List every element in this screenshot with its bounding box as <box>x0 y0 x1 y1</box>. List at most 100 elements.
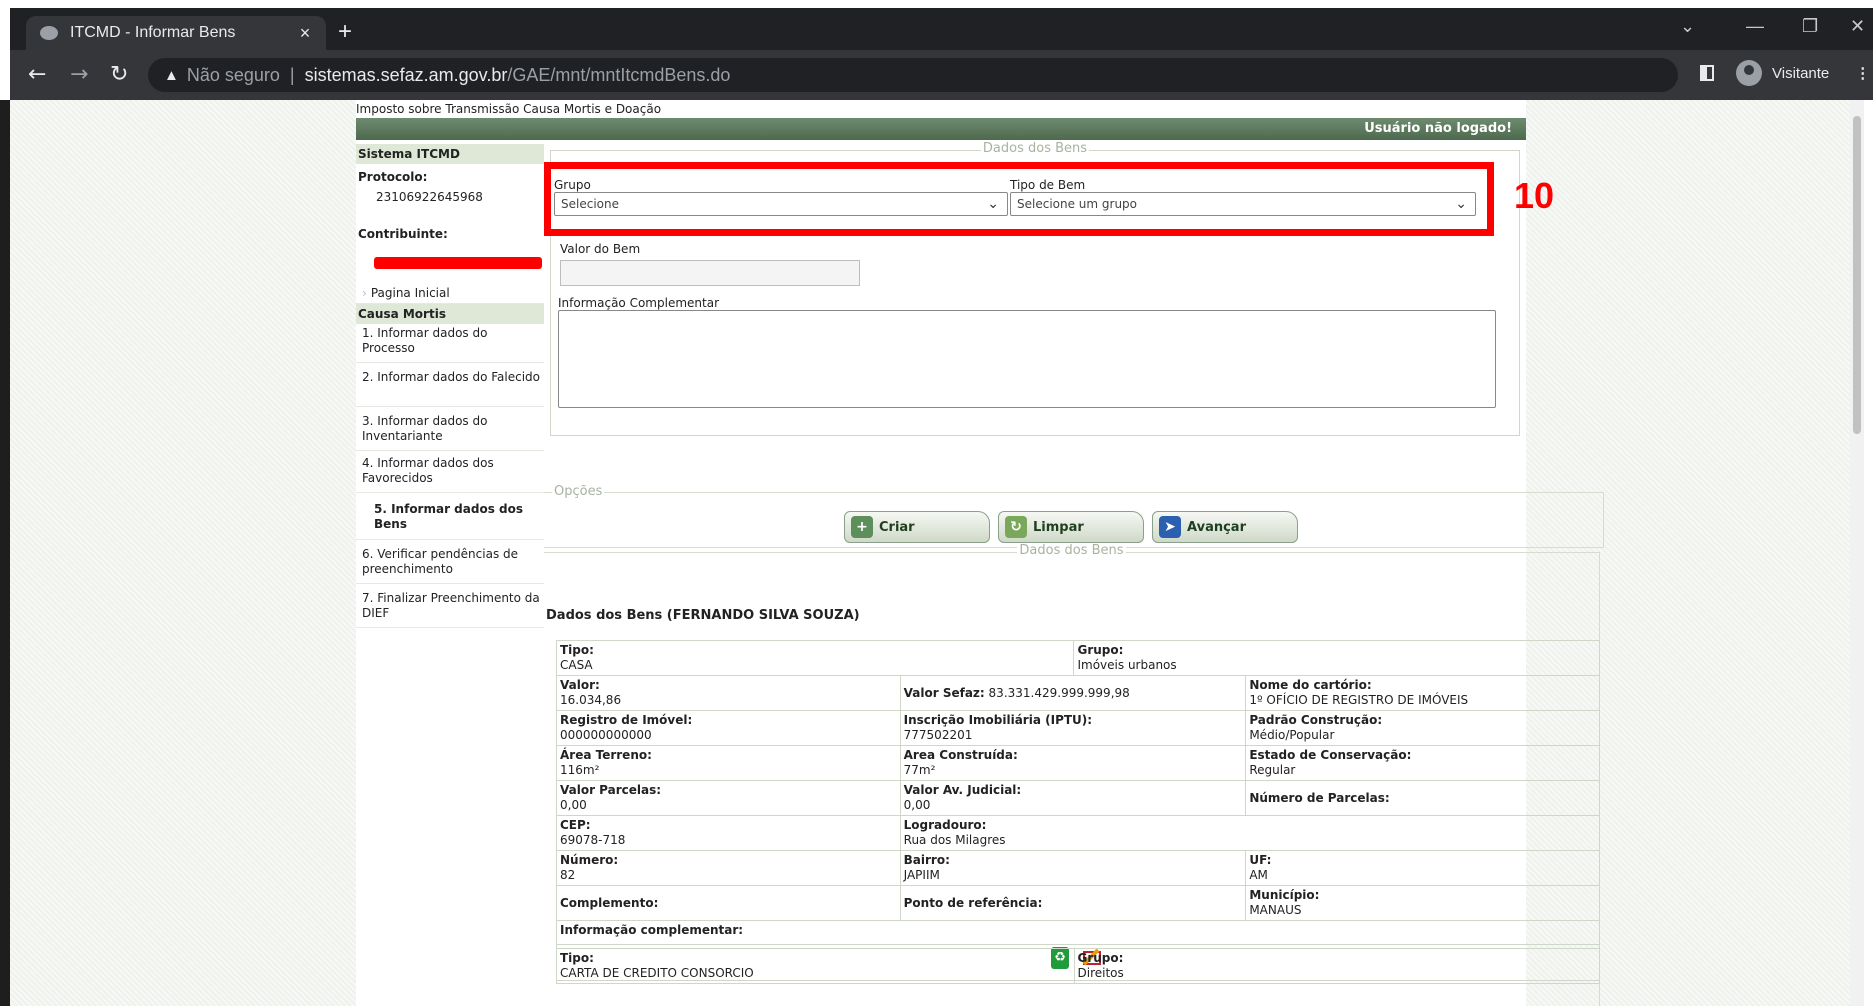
page-container: Imposto sobre Transmissão Causa Mortis e… <box>356 100 1604 1006</box>
user-status: Usuário não logado! <box>1364 121 1512 136</box>
add-document-icon: + <box>851 516 873 538</box>
form-legend: Dados dos Bens <box>980 141 1090 156</box>
protocolo-value: 23106922645968 <box>376 190 483 204</box>
sidebar-item-step-4[interactable]: 4. Informar dados dos Favorecidos <box>356 456 544 493</box>
redacted-name <box>374 257 542 269</box>
tab-strip: ITCMD - Informar Bens × + ⌄ — ❐ ✕ <box>10 8 1873 50</box>
warning-icon[interactable]: ▲ <box>164 67 179 84</box>
profile-area: Visitante ⋮ <box>1700 60 1870 86</box>
options-legend: Opções <box>552 484 605 499</box>
tab-title: ITCMD - Informar Bens <box>70 24 236 41</box>
table-cell: Estado de Conservação: Regular <box>1245 745 1600 781</box>
table-cell: Valor: 16.034,86 <box>556 675 901 711</box>
valor-bem-label: Valor do Bem <box>560 242 641 256</box>
sidebar-item-home[interactable]: › Pagina Inicial <box>356 286 544 304</box>
tab-close-icon[interactable]: × <box>294 23 316 44</box>
annotation-number: 10 <box>1514 175 1555 216</box>
valor-bem-input[interactable] <box>560 260 860 286</box>
scrollbar-thumb[interactable] <box>1853 116 1861 434</box>
arrow-right-icon: ➤ <box>1159 516 1181 538</box>
table-row: Valor: 16.034,86 Valor Sefaz: 83.331.429.… <box>556 675 1600 711</box>
limpar-label: Limpar <box>1033 519 1084 535</box>
limpar-button[interactable]: ↻ Limpar <box>998 511 1144 543</box>
table-row: Tipo: CASA Grupo: Imóveis urbanos <box>555 640 1600 676</box>
table-cell: Município: MANAUS <box>1245 885 1600 921</box>
table-row: Registro de Imóvel: 000000000000 Inscriçã… <box>556 710 1600 746</box>
new-tab-button[interactable]: + <box>338 18 352 46</box>
table-cell: Grupo: Direitos <box>1073 948 1600 984</box>
table-cell: Logradouro: Rua dos Milagres <box>899 815 1601 851</box>
criar-button[interactable]: + Criar <box>844 511 990 543</box>
site-title: Imposto sobre Transmissão Causa Mortis e… <box>356 102 662 116</box>
not-secure-label[interactable]: Não seguro <box>187 65 280 86</box>
forward-icon[interactable]: → <box>70 62 88 87</box>
table-row: Área Terreno: 116m² Area Construída: 77m² … <box>556 745 1600 781</box>
header-bar: Usuário não logado! <box>356 118 1526 140</box>
table-cell: UF: AM <box>1245 850 1600 886</box>
refresh-icon: ↻ <box>1005 516 1027 538</box>
table-cell: Nome do cartório: 1º OFÍCIO DE REGISTRO D… <box>1245 675 1600 711</box>
avancar-button[interactable]: ➤ Avançar <box>1152 511 1298 543</box>
sidebar-item-label: Pagina Inicial <box>370 286 450 300</box>
table-cell: Número de Parcelas: <box>1245 780 1600 816</box>
options-fieldset: Opções + Criar ↻ Limpar ➤ Avançar <box>544 484 1604 548</box>
bem-table-2: Tipo: CARTA DE CREDITO CONSORCIO Grupo: Di… <box>556 948 1600 984</box>
table-cell: Ponto de referência: <box>899 885 1247 921</box>
profile-label[interactable]: Visitante <box>1772 65 1829 82</box>
table-cell: Tipo: CARTA DE CREDITO CONSORCIO <box>556 948 1075 984</box>
table-cell: Valor Av. Judicial: 0,00 <box>899 780 1247 816</box>
system-title: Sistema ITCMD <box>356 144 544 164</box>
table-cell: Registro de Imóvel: 000000000000 <box>556 710 901 746</box>
reload-icon[interactable]: ↻ <box>110 62 128 87</box>
table-cell: Complemento: <box>556 885 901 921</box>
sidebar-item-step-1[interactable]: 1. Informar dados do Processo <box>356 326 544 363</box>
table-cell: Área Terreno: 116m² <box>556 745 901 781</box>
sidebar-item-step-7[interactable]: 7. Finalizar Preenchimento da DIEF <box>356 591 544 628</box>
avatar-icon[interactable] <box>1736 60 1762 86</box>
table-cell: Padrão Construção: Médio/Popular <box>1245 710 1600 746</box>
table-cell: Valor Sefaz: 83.331.429.999.999,98 <box>899 675 1247 711</box>
sidebar-item-step-5[interactable]: 5. Informar dados dos Bens <box>356 502 544 540</box>
table-row: Número: 82 Bairro: JAPIIM UF: AM <box>556 850 1600 886</box>
close-window-icon[interactable]: ✕ <box>1850 16 1865 37</box>
address-bar[interactable]: ▲ Não seguro | sistemas.sefaz.am.gov.br … <box>148 58 1678 92</box>
contribuinte-label: Contribuinte: <box>358 227 448 241</box>
info-complementar-textarea[interactable] <box>558 310 1496 408</box>
avancar-label: Avançar <box>1187 519 1246 535</box>
table-cell: Valor Parcelas: 0,00 <box>556 780 901 816</box>
scrollbar[interactable] <box>1850 100 1864 1006</box>
sidebar-item-step-2[interactable]: 2. Informar dados do Falecido <box>356 370 544 407</box>
sidebar-item-step-3[interactable]: 3. Informar dados do Inventariante <box>356 414 544 451</box>
table-row: Informação complementar: <box>556 920 1600 945</box>
criar-label: Criar <box>879 519 915 535</box>
screen: ITCMD - Informar Bens × + ⌄ — ❐ ✕ ← → ↻ … <box>0 0 1873 1006</box>
minimize-icon[interactable]: — <box>1746 16 1764 37</box>
highlight-box <box>544 162 1494 236</box>
sidebar-item-step-6[interactable]: 6. Verificar pendências de preenchimento <box>356 547 544 584</box>
url-path: /GAE/mnt/mntItcmdBens.do <box>507 64 731 85</box>
bem-table-1: Tipo: CASA Grupo: Imóveis urbanos Valor: 16… <box>555 640 1601 981</box>
table-cell: Tipo: CASA <box>555 640 1075 676</box>
table-cell: Número: 82 <box>556 850 901 886</box>
info-complementar-label: Informação Complementar <box>558 296 719 310</box>
menu-icon[interactable]: ⋮ <box>1855 64 1870 82</box>
sidebar: Sistema ITCMD Protocolo: 23106922645968 … <box>356 140 544 1006</box>
listing-title: Dados dos Bens (FERNANDO SILVA SOUZA) <box>546 608 860 623</box>
url-host: sistemas.sefaz.am.gov.br <box>304 64 508 85</box>
protocolo-label: Protocolo: <box>358 170 428 184</box>
window-edge <box>0 100 10 1006</box>
browser-toolbar: ← → ↻ ▲ Não seguro | sistemas.sefaz.am.g… <box>10 50 1873 100</box>
page-viewport: Imposto sobre Transmissão Causa Mortis e… <box>10 100 1864 1006</box>
listing-legend: Dados dos Bens <box>1017 543 1126 558</box>
favicon-icon <box>40 26 58 40</box>
browser-chrome: ITCMD - Informar Bens × + ⌄ — ❐ ✕ ← → ↻ … <box>10 8 1873 100</box>
table-cell: Grupo: Imóveis urbanos <box>1073 640 1600 676</box>
table-row: Tipo: CARTA DE CREDITO CONSORCIO Grupo: Di… <box>556 948 1600 984</box>
side-panel-icon[interactable] <box>1700 65 1714 81</box>
back-icon[interactable]: ← <box>28 62 46 87</box>
tab-search-icon[interactable]: ⌄ <box>1680 16 1695 37</box>
sidebar-section-causa-mortis: Causa Mortis <box>356 304 544 324</box>
table-row: CEP: 69078-718 Logradouro: Rua dos Milagre… <box>556 815 1601 851</box>
browser-tab[interactable]: ITCMD - Informar Bens × <box>26 16 326 50</box>
restore-icon[interactable]: ❐ <box>1802 16 1818 37</box>
